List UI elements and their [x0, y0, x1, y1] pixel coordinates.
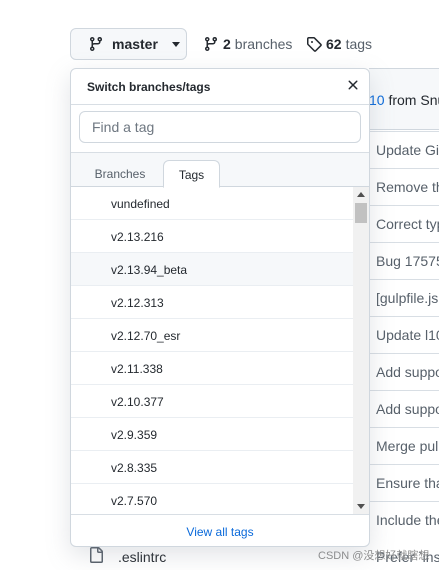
- branch-name: master: [112, 36, 158, 52]
- latest-commit-text: 10 from Snu: [369, 92, 439, 108]
- commit-message[interactable]: Update Gi: [369, 131, 439, 168]
- branches-link[interactable]: 2 branches: [203, 36, 292, 52]
- commit-message[interactable]: Bug 17575: [369, 242, 439, 279]
- search-container: [71, 105, 369, 153]
- tag-item[interactable]: v2.11.338: [71, 352, 353, 385]
- tags-count: 62: [326, 36, 342, 52]
- tag-item[interactable]: vundefined: [71, 187, 353, 220]
- dropdown-title: Switch branches/tags: [87, 80, 211, 94]
- commit-text: from Snu: [388, 92, 439, 108]
- tag-item[interactable]: v2.7.570: [71, 484, 353, 514]
- scrollbar[interactable]: [353, 187, 369, 514]
- scroll-down-icon[interactable]: [357, 504, 365, 509]
- scrollbar-thumb[interactable]: [355, 203, 367, 223]
- dropdown-tabs: Branches Tags: [71, 153, 369, 188]
- tag-item[interactable]: v2.13.216: [71, 220, 353, 253]
- find-tag-input[interactable]: [79, 111, 361, 143]
- branches-label: branches: [234, 36, 293, 52]
- tab-branches[interactable]: Branches: [85, 160, 155, 188]
- tags-label: tags: [345, 36, 373, 52]
- dropdown-header: Switch branches/tags: [71, 69, 369, 105]
- tag-item[interactable]: v2.13.94_beta: [71, 253, 353, 286]
- git-branch-icon: [89, 37, 102, 52]
- tab-tags[interactable]: Tags: [163, 160, 220, 188]
- commit-message[interactable]: Ensure tha: [369, 464, 439, 501]
- tag-item[interactable]: v2.8.335: [71, 451, 353, 484]
- tag-item[interactable]: v2.9.359: [71, 418, 353, 451]
- commit-message[interactable]: Merge pul: [369, 427, 439, 464]
- tag-item[interactable]: v2.12.313: [71, 286, 353, 319]
- commit-message[interactable]: Correct typ: [369, 205, 439, 242]
- branch-select-button[interactable]: master: [70, 28, 187, 60]
- view-all-tags-link[interactable]: View all tags: [71, 514, 369, 546]
- close-icon[interactable]: [345, 77, 361, 93]
- commit-message[interactable]: Remove th: [369, 168, 439, 205]
- chevron-down-icon: [171, 41, 180, 47]
- file-name[interactable]: .eslintrc: [118, 549, 166, 565]
- commit-message[interactable]: Update l10: [369, 316, 439, 353]
- tag-item[interactable]: v2.10.377: [71, 385, 353, 418]
- tags-link[interactable]: 62 tags: [306, 36, 372, 52]
- scroll-up-icon[interactable]: [357, 192, 365, 197]
- commit-message[interactable]: [gulpfile.js: [369, 279, 439, 316]
- file-icon: [90, 547, 103, 563]
- commit-message[interactable]: Add suppo: [369, 390, 439, 427]
- watermark: CSDN @没想好就瞎想: [318, 550, 430, 562]
- commit-message[interactable]: Include the: [369, 501, 439, 538]
- tag-item[interactable]: v2.12.70_esr: [71, 319, 353, 352]
- commit-message[interactable]: Add suppo: [369, 353, 439, 390]
- tag-list: vundefined v2.13.216 v2.13.94_beta v2.12.31…: [71, 187, 369, 514]
- tag-icon: [307, 37, 322, 52]
- branch-tag-dropdown: Switch branches/tags Branches Tags vunde…: [70, 68, 370, 547]
- branches-count: 2: [223, 36, 231, 52]
- commit-link[interactable]: 10: [369, 92, 385, 108]
- git-branch-icon: [204, 37, 217, 52]
